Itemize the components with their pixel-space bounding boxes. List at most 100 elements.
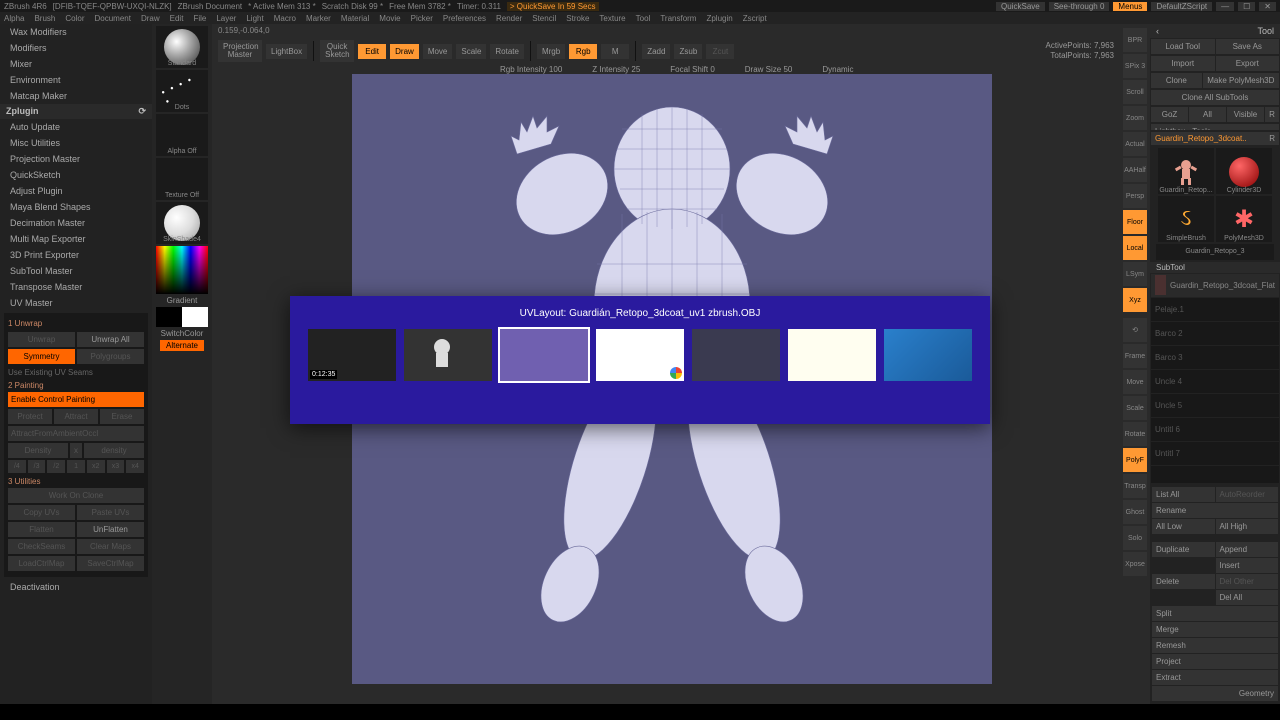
alt-tab-thumb[interactable] — [596, 329, 684, 381]
menu-item[interactable]: Stencil — [532, 14, 556, 23]
plugin-item[interactable]: SubTool Master — [0, 263, 152, 279]
actual-button[interactable]: Actual — [1123, 132, 1147, 156]
menu-item[interactable]: Light — [246, 14, 263, 23]
quicksketch-button[interactable]: Quick Sketch — [320, 40, 354, 62]
rename-button[interactable]: Rename — [1152, 503, 1278, 518]
menu-item[interactable]: Brush — [34, 14, 55, 23]
insert-button[interactable]: Insert — [1216, 558, 1279, 573]
switchcolor-button[interactable]: SwitchColor — [161, 329, 204, 338]
attract-ambient-button[interactable]: AttractFromAmbientOccl — [8, 426, 144, 441]
flatten-button[interactable]: Flatten — [8, 522, 75, 537]
vmove-button[interactable]: Move — [1123, 370, 1147, 394]
unwrap-button[interactable]: Unwrap — [8, 332, 75, 347]
window-min-icon[interactable]: — — [1216, 2, 1234, 11]
mrgb-button[interactable]: Mrgb — [537, 44, 565, 59]
alt-tab-thumb[interactable] — [884, 329, 972, 381]
menu-item[interactable]: Edit — [170, 14, 184, 23]
alpha-slot[interactable]: Alpha Off — [156, 114, 208, 156]
quicksave-button[interactable]: QuickSave — [996, 2, 1045, 11]
zplugin-header[interactable]: Zplugin⟳ — [0, 104, 152, 119]
xpose-button[interactable]: Xpose — [1123, 552, 1147, 576]
subtool-row[interactable]: Pelaje.1 — [1151, 298, 1279, 322]
menu-item[interactable]: Movie — [379, 14, 400, 23]
dynamic-toggle[interactable]: Dynamic — [822, 65, 853, 74]
move-button[interactable]: Move — [423, 44, 453, 59]
left-item[interactable]: Wax Modifiers — [0, 24, 152, 40]
plugin-item[interactable]: Multi Map Exporter — [0, 231, 152, 247]
window-max-icon[interactable]: ☐ — [1238, 2, 1255, 11]
plugin-item[interactable]: Decimation Master — [0, 215, 152, 231]
focal-shift-slider[interactable]: Focal Shift 0 — [670, 65, 714, 74]
rgb-button[interactable]: Rgb — [569, 44, 597, 59]
cam-rotate-icon[interactable]: ⟲ — [1123, 318, 1147, 342]
del-all-button[interactable]: Del All — [1216, 590, 1279, 605]
menus-button[interactable]: Menus — [1113, 2, 1147, 11]
checkseams-button[interactable]: CheckSeams — [8, 539, 75, 554]
swatch-white[interactable] — [182, 307, 208, 327]
delete-button[interactable]: Delete — [1152, 574, 1215, 589]
enable-control-painting[interactable]: Enable Control Painting — [8, 392, 144, 407]
menu-item[interactable]: Preferences — [443, 14, 486, 23]
zcut-button[interactable]: Zcut — [706, 44, 734, 59]
menu-item[interactable]: File — [193, 14, 206, 23]
alternate-button[interactable]: Alternate — [160, 340, 204, 351]
plugin-item[interactable]: Misc Utilities — [0, 135, 152, 151]
menu-item[interactable]: Tool — [636, 14, 651, 23]
menu-item[interactable]: Zscript — [743, 14, 767, 23]
tool-item[interactable]: Guardin_Retopo_3 — [1156, 244, 1274, 260]
deactivation-item[interactable]: Deactivation — [0, 579, 152, 595]
menu-item[interactable]: Render — [496, 14, 522, 23]
density-x3[interactable]: x3 — [107, 460, 125, 473]
menu-item[interactable]: Zplugin — [706, 14, 732, 23]
floor-button[interactable]: Floor — [1123, 210, 1147, 234]
subtool-row[interactable]: Untitl 7 — [1151, 442, 1279, 466]
swatches[interactable] — [156, 307, 208, 327]
scroll-button[interactable]: Scroll — [1123, 80, 1147, 104]
loadctrl-button[interactable]: LoadCtrlMap — [8, 556, 75, 571]
all-high-button[interactable]: All High — [1216, 519, 1279, 534]
plugin-item[interactable]: Maya Blend Shapes — [0, 199, 152, 215]
autoreorder-button[interactable]: AutoReorder — [1216, 487, 1279, 502]
paste-uvs-button[interactable]: Paste UVs — [77, 505, 144, 520]
density-div4[interactable]: /4 — [8, 460, 26, 473]
material-slot[interactable]: SkinShade4 — [156, 202, 208, 244]
plugin-item[interactable]: Projection Master — [0, 151, 152, 167]
alt-tab-thumb[interactable]: 0:12:35 — [308, 329, 396, 381]
stroke-slot[interactable]: Dots — [156, 70, 208, 112]
aahalf-button[interactable]: AAHalf — [1123, 158, 1147, 182]
edit-button[interactable]: Edit — [358, 44, 386, 59]
export-button[interactable]: Export — [1216, 56, 1280, 71]
alt-tab-thumb[interactable] — [692, 329, 780, 381]
transp-button[interactable]: Transp — [1123, 474, 1147, 498]
plugin-item[interactable]: Transpose Master — [0, 279, 152, 295]
menu-item[interactable]: Stroke — [566, 14, 589, 23]
left-item[interactable]: Environment — [0, 72, 152, 88]
brush-slot[interactable]: Standard — [156, 26, 208, 68]
alt-tab-thumb-selected[interactable] — [500, 329, 588, 381]
attract-button[interactable]: Attract — [54, 409, 98, 424]
alt-tab-thumb[interactable] — [788, 329, 876, 381]
all-low-button[interactable]: All Low — [1152, 519, 1215, 534]
menu-item[interactable]: Macro — [274, 14, 296, 23]
solo-button[interactable]: Solo — [1123, 526, 1147, 550]
draw-size-slider[interactable]: Draw Size 50 — [745, 65, 793, 74]
scale-button[interactable]: Scale — [456, 44, 486, 59]
seethrough-slider[interactable]: See-through 0 — [1049, 2, 1110, 11]
tool-item[interactable]: ઽSimpleBrush — [1158, 196, 1214, 242]
vscale-button[interactable]: Scale — [1123, 396, 1147, 420]
save-as-button[interactable]: Save As — [1216, 39, 1280, 54]
clone-all-button[interactable]: Clone All SubTools — [1151, 90, 1279, 105]
split-button[interactable]: Split — [1152, 606, 1278, 621]
list-all-button[interactable]: List All — [1152, 487, 1215, 502]
goz-r-button[interactable]: R — [1265, 107, 1279, 122]
density-x2[interactable]: x2 — [87, 460, 105, 473]
density-value[interactable]: density — [84, 443, 144, 458]
subtool-row[interactable]: Uncle 4 — [1151, 370, 1279, 394]
subtool-row[interactable]: Uncle 5 — [1151, 394, 1279, 418]
left-item[interactable]: Modifiers — [0, 40, 152, 56]
density-button[interactable]: Density — [8, 443, 68, 458]
load-tool-button[interactable]: Load Tool — [1151, 39, 1215, 54]
tool-item[interactable]: ✱PolyMesh3D — [1216, 196, 1272, 242]
project-button[interactable]: Project — [1152, 654, 1278, 669]
extract-button[interactable]: Extract — [1152, 670, 1278, 685]
